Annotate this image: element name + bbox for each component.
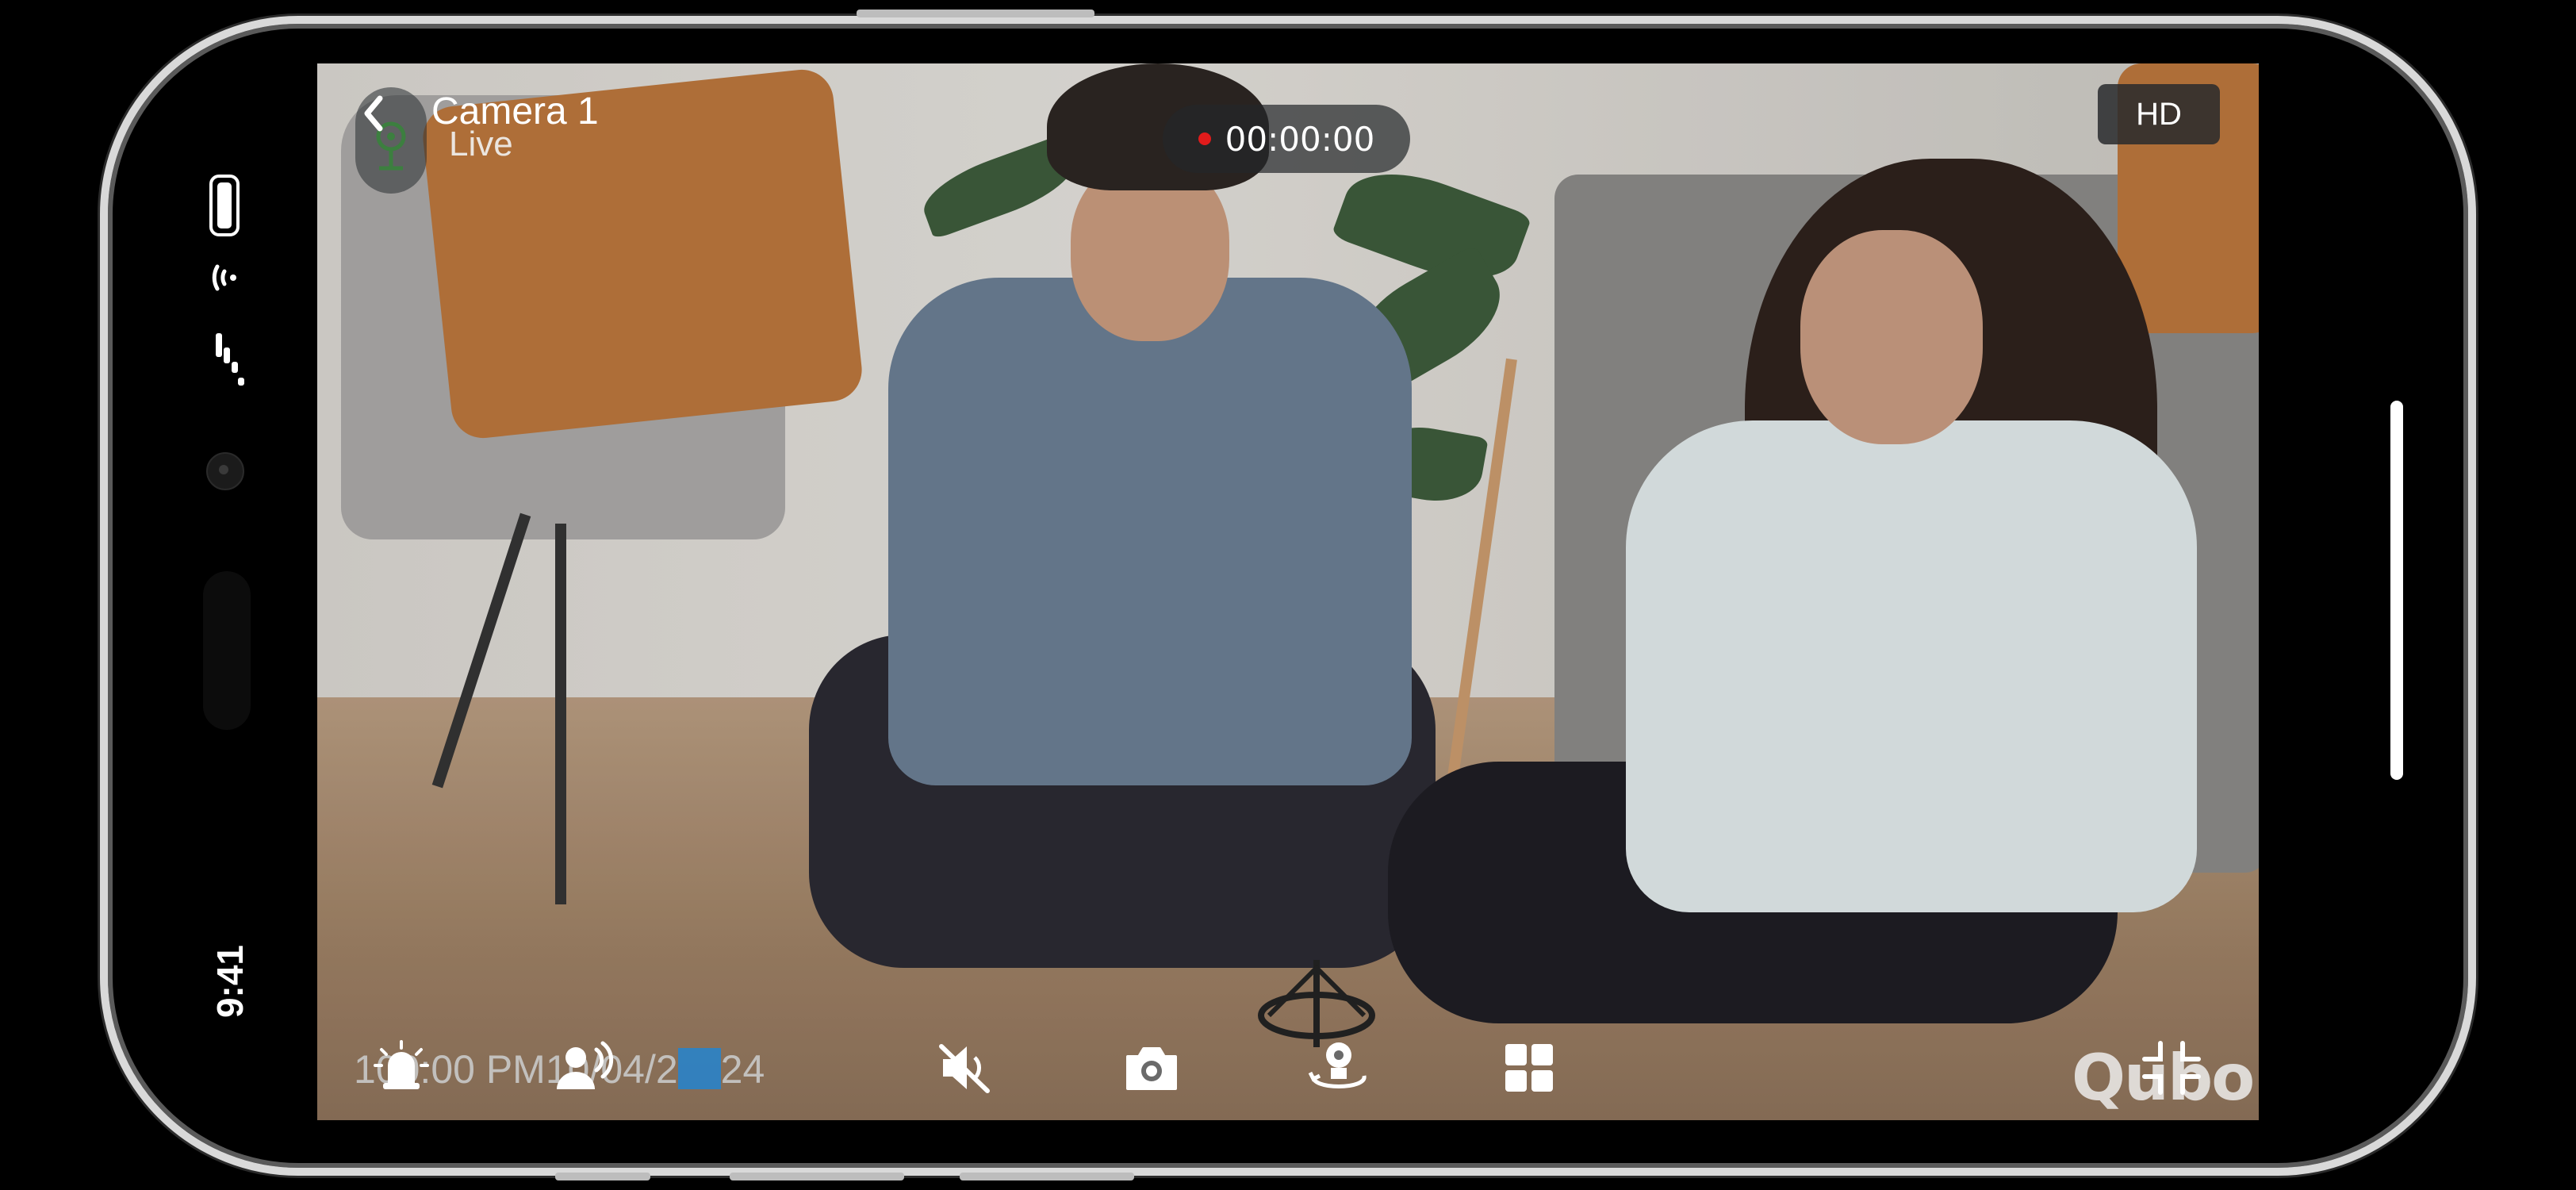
home-indicator[interactable] [2390, 401, 2403, 780]
alarm-button[interactable] [368, 1035, 435, 1101]
mute-icon [939, 1044, 990, 1093]
grid-view-icon [1505, 1044, 1553, 1092]
quality-toggle-button[interactable]: HD [2098, 84, 2220, 144]
exit-fullscreen-icon [2142, 1041, 2201, 1095]
battery-icon [209, 175, 240, 236]
mute-button[interactable] [931, 1035, 998, 1101]
timestamp-suffix: 24 [720, 1047, 765, 1092]
talk-icon [557, 1041, 614, 1089]
grid-view-button[interactable] [1496, 1035, 1562, 1101]
recording-dot-icon [1198, 132, 1211, 145]
cellular-signal-icon [216, 333, 244, 386]
status-time: 9:41 [209, 944, 251, 1019]
recording-timer-value: 00:00:00 [1225, 119, 1375, 159]
timestamp-marker [677, 1048, 721, 1089]
snapshot-button[interactable] [1118, 1035, 1185, 1101]
rotate-camera-icon [1308, 1042, 1367, 1088]
exit-fullscreen-button[interactable] [2138, 1035, 2205, 1101]
live-status-label: Live [449, 125, 513, 163]
pan-tilt-button[interactable] [1305, 1035, 1372, 1101]
video-overlay-tint [317, 63, 2259, 1120]
recording-timer: 00:00:00 [1163, 105, 1410, 173]
chevron-left-icon [364, 95, 383, 132]
alarm-bell-icon [374, 1040, 429, 1089]
side-button-bottom-1 [555, 1173, 650, 1180]
live-video-feed[interactable] [317, 63, 2259, 1120]
volume-button [857, 10, 1094, 17]
front-camera [206, 452, 244, 490]
wifi-icon [212, 264, 236, 291]
side-button-bottom-3 [960, 1173, 1134, 1180]
talk-button[interactable] [552, 1035, 619, 1101]
back-button[interactable] [357, 94, 389, 133]
snapshot-camera-icon [1126, 1047, 1177, 1090]
earpiece-speaker [203, 571, 251, 730]
side-button-bottom-2 [730, 1173, 904, 1180]
